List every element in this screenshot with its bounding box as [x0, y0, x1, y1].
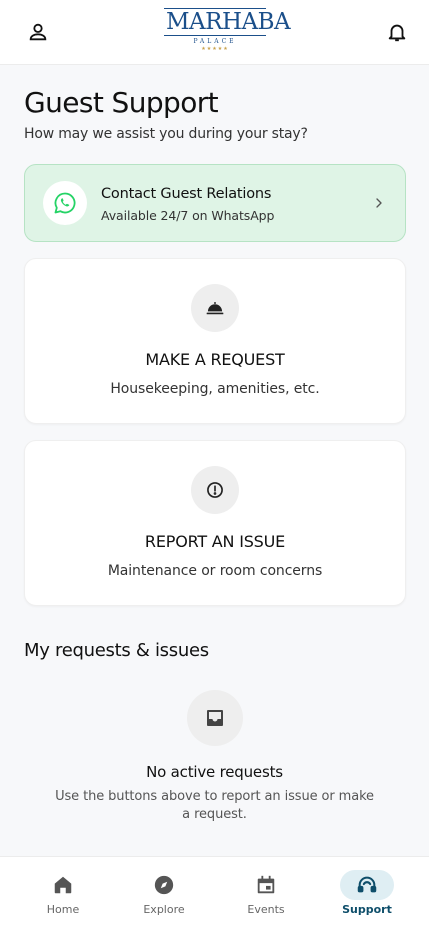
nav-label-support: Support — [342, 903, 392, 916]
support-headset-icon — [357, 876, 377, 893]
bell-icon — [388, 24, 406, 42]
make-request-title: MAKE A REQUEST — [145, 350, 285, 369]
notifications-button[interactable] — [382, 17, 412, 47]
nav-label-home: Home — [46, 903, 80, 916]
chevron-right-icon — [376, 198, 382, 208]
report-issue-subtitle: Maintenance or room concerns — [107, 563, 323, 579]
inbox-icon — [207, 710, 223, 726]
bottom-navigation: Home Explore Events Support — [0, 856, 429, 931]
empty-state-title: No active requests — [146, 763, 283, 781]
page-subtitle: How may we assist you during your stay? — [24, 126, 308, 142]
report-issue-card[interactable]: REPORT AN ISSUE Maintenance or room conc… — [24, 440, 406, 606]
make-request-subtitle: Housekeeping, amenities, etc. — [110, 381, 320, 397]
whatsapp-card-subtitle: Available 24/7 on WhatsApp — [101, 208, 275, 223]
logo-sub-text: PALACE — [193, 38, 237, 45]
profile-button[interactable] — [23, 17, 53, 47]
nav-explore-icon-wrap — [137, 870, 191, 900]
whatsapp-icon-container — [43, 181, 87, 225]
person-icon — [29, 23, 47, 41]
room-service-icon — [206, 302, 224, 315]
app-header: MARHABA PALACE ★★★★★ — [0, 0, 429, 65]
alert-circle-icon — [207, 482, 223, 498]
nav-events-icon-wrap — [239, 870, 293, 900]
alert-icon-container — [191, 466, 239, 514]
report-issue-title: REPORT AN ISSUE — [144, 532, 286, 551]
whatsapp-card-title: Contact Guest Relations — [101, 186, 272, 202]
calendar-icon — [257, 875, 275, 894]
room-service-icon-container — [191, 284, 239, 332]
nav-home-icon-wrap — [36, 870, 90, 900]
make-request-card[interactable]: MAKE A REQUEST Housekeeping, amenities, … — [24, 258, 406, 424]
empty-state-subtitle: Use the buttons above to report an issue… — [55, 789, 374, 822]
home-icon — [54, 876, 72, 894]
nav-label-explore: Explore — [143, 903, 185, 916]
nav-support-icon-wrap — [340, 870, 394, 900]
logo-stars: ★★★★★ — [201, 46, 229, 52]
contact-guest-relations-card[interactable]: Contact Guest Relations Available 24/7 o… — [24, 164, 406, 242]
hotel-logo: MARHABA PALACE ★★★★★ — [164, 8, 291, 56]
my-requests-section-title: My requests & issues — [24, 640, 209, 661]
inbox-icon-container — [187, 690, 243, 746]
nav-item-home[interactable]: Home — [13, 857, 113, 931]
compass-icon — [154, 875, 174, 895]
whatsapp-icon — [54, 192, 76, 214]
nav-item-support[interactable]: Support — [317, 857, 417, 931]
nav-label-events: Events — [247, 903, 285, 916]
nav-item-events[interactable]: Events — [216, 857, 316, 931]
logo-main-text: MARHABA — [164, 8, 291, 36]
page-title: Guest Support — [24, 86, 219, 119]
nav-item-explore[interactable]: Explore — [114, 857, 214, 931]
